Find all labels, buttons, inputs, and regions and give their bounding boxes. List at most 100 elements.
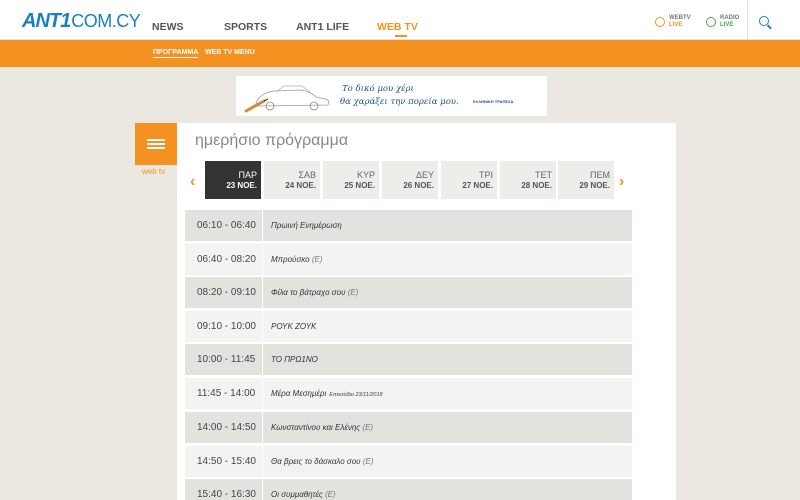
play-icon — [706, 17, 716, 27]
schedule-row[interactable]: 11:45 - 14:00 Μέρα Μεσημέρι Επεισόδιο 23/… — [185, 378, 632, 409]
row-time: 06:40 - 08:20 — [197, 254, 256, 265]
show-title: Πρωινή Ενημέρωση — [271, 221, 342, 230]
schedule-row[interactable]: 10:00 - 11:45 ΤΟ ΠΡΩ1ΝΟ — [185, 344, 632, 375]
row-divider — [262, 244, 263, 275]
row-time: 08:20 - 09:10 — [197, 287, 256, 298]
day-tab[interactable]: ΚΥΡ 25 ΝΟΕ. — [323, 161, 379, 199]
schedule-row[interactable]: 06:40 - 08:20 Μπρούσκο (E) — [185, 244, 632, 275]
day-tab[interactable]: ΤΕΤ 28 ΝΟΕ. — [500, 161, 556, 199]
show-tag: (E) — [362, 423, 374, 432]
day-date: 23 ΝΟΕ. — [226, 181, 257, 190]
row-show: Μέρα Μεσημέρι Επεισόδιο 23/11/2018 — [271, 389, 383, 398]
subnav-webtv-menu[interactable]: WEB TV MENU — [205, 49, 255, 56]
day-date: 27 ΝΟΕ. — [462, 181, 493, 190]
row-show: Μπρούσκο (E) — [271, 255, 323, 264]
day-tab[interactable]: ΠΕΜ 29 ΝΟΕ. — [558, 161, 614, 199]
radio-live-button[interactable]: RADIO LIVE — [706, 15, 739, 29]
day-date: 24 ΝΟΕ. — [285, 181, 316, 190]
show-tag: (E) — [347, 288, 359, 297]
logo-com-text: COM.CY — [71, 10, 141, 31]
webtv-sidebar-label: web tv — [142, 167, 166, 176]
nav-news[interactable]: NEWS — [152, 21, 184, 33]
ant1-logo[interactable]: ANT1 COM.CY — [22, 9, 141, 32]
day-tab[interactable]: ΤΡΙ 27 ΝΟΕ. — [441, 161, 497, 199]
hamburger-icon-line — [147, 143, 165, 145]
hamburger-icon-line — [147, 147, 165, 149]
car-sketch-image — [244, 85, 330, 113]
row-show: Πρωινή Ενημέρωση — [271, 221, 342, 230]
day-name: ΤΡΙ — [478, 170, 493, 180]
banner-line2: θα χαράξει την πορεία μου. — [340, 97, 459, 107]
row-show: ΤΟ ΠΡΩ1ΝΟ — [271, 355, 318, 364]
radio-live-line2: LIVE — [720, 22, 734, 28]
row-show: Θα βρεις το δάσκαλο σου (E) — [271, 457, 374, 466]
row-divider — [262, 412, 263, 443]
show-title: ΡΟΥΚ ΖΟΥΚ — [271, 322, 317, 331]
hamburger-icon — [147, 139, 165, 141]
show-tag: (E) — [311, 255, 323, 264]
row-show: Οι συμμαθητές (E) — [271, 490, 336, 499]
schedule-row[interactable]: 14:50 - 15:40 Θα βρεις το δάσκαλο σου (E… — [185, 446, 632, 477]
search-icon[interactable] — [759, 16, 769, 26]
banner-bank-name: ΕΛΛΗΝΙΚΗ ΤΡΑΠΕΖΑ — [473, 99, 514, 104]
header-divider — [747, 0, 748, 40]
day-name: ΤΕΤ — [535, 170, 552, 180]
schedule-row[interactable]: 09:10 - 10:00 ΡΟΥΚ ΖΟΥΚ — [185, 311, 632, 342]
row-time: 15:40 - 16:30 — [197, 489, 256, 500]
row-show: Κωνσταντίνου και Ελένης (E) — [271, 423, 373, 432]
show-title: Μπρούσκο — [271, 255, 310, 264]
day-name: ΣΑΒ — [298, 170, 316, 180]
row-divider — [262, 446, 263, 477]
show-tag: (E) — [362, 457, 374, 466]
schedule-row[interactable]: 08:20 - 09:10 Φίλα το βάτραχο σου (E) — [185, 277, 632, 308]
row-time: 14:00 - 14:50 — [197, 422, 256, 433]
nav-ant1-life[interactable]: ANT1 LIFE — [296, 21, 349, 33]
show-episode: Επεισόδιο 23/11/2018 — [329, 392, 383, 398]
schedule-row[interactable]: 06:10 - 06:40 Πρωινή Ενημέρωση — [185, 210, 632, 241]
row-divider — [262, 210, 263, 241]
day-tab[interactable]: ΣΑΒ 24 ΝΟΕ. — [264, 161, 320, 199]
row-time: 09:10 - 10:00 — [197, 321, 256, 332]
chevron-right-icon[interactable]: › — [619, 173, 624, 191]
day-name: ΚΥΡ — [356, 170, 375, 180]
row-divider — [262, 479, 263, 500]
day-name: ΠΑΡ — [238, 170, 257, 180]
show-title: ΤΟ ΠΡΩ1ΝΟ — [271, 355, 318, 364]
row-time: 14:50 - 15:40 — [197, 456, 256, 467]
show-title: Μέρα Μεσημέρι — [271, 389, 327, 398]
day-tab[interactable]: ΔΕΥ 26 ΝΟΕ. — [382, 161, 438, 199]
subnav-programma[interactable]: ΠΡΟΓΡΑΜΜΑ — [153, 49, 199, 58]
webtv-menu-button[interactable] — [135, 123, 177, 165]
active-nav-indicator — [395, 35, 407, 37]
row-time: 11:45 - 14:00 — [197, 388, 256, 399]
show-tag: (E) — [324, 490, 336, 499]
row-divider — [262, 378, 263, 409]
clock-icon — [655, 17, 665, 27]
day-date: 26 ΝΟΕ. — [403, 181, 434, 190]
row-divider — [262, 311, 263, 342]
day-tab[interactable]: ΠΑΡ 23 ΝΟΕ. — [205, 161, 261, 199]
webtv-live-line1: WEBTV — [669, 15, 691, 21]
day-name: ΔΕΥ — [415, 170, 434, 180]
show-title: Θα βρεις το δάσκαλο σου — [271, 457, 361, 466]
ad-banner[interactable]: Το δικό μου χέρι θα χαράξει την πορεία μ… — [236, 76, 547, 116]
sub-navigation: ΠΡΟΓΡΑΜΜΑ WEB TV MENU — [0, 40, 800, 67]
show-title: Φίλα το βάτραχο σου — [271, 288, 346, 297]
webtv-live-button[interactable]: WEBTV LIVE — [655, 15, 691, 29]
day-name: ΠΕΜ — [590, 170, 610, 180]
page-title: ημερήσιο πρόγραμμα — [195, 132, 349, 149]
chevron-left-icon[interactable]: ‹ — [190, 173, 195, 191]
row-divider — [262, 344, 263, 375]
row-time: 06:10 - 06:40 — [197, 220, 256, 231]
webtv-live-line2: LIVE — [669, 22, 683, 28]
banner-line1: Το δικό μου χέρι — [342, 84, 414, 94]
schedule-row[interactable]: 15:40 - 16:30 Οι συμμαθητές (E) — [185, 479, 632, 500]
nav-sports[interactable]: SPORTS — [224, 21, 267, 33]
row-time: 10:00 - 11:45 — [197, 354, 256, 365]
schedule-row[interactable]: 14:00 - 14:50 Κωνσταντίνου και Ελένης (E… — [185, 412, 632, 443]
day-date: 25 ΝΟΕ. — [344, 181, 375, 190]
row-divider — [262, 277, 263, 308]
day-date: 29 ΝΟΕ. — [579, 181, 610, 190]
logo-ant-text: ANT1 — [22, 9, 71, 32]
nav-web-tv[interactable]: WEB TV — [377, 21, 418, 33]
